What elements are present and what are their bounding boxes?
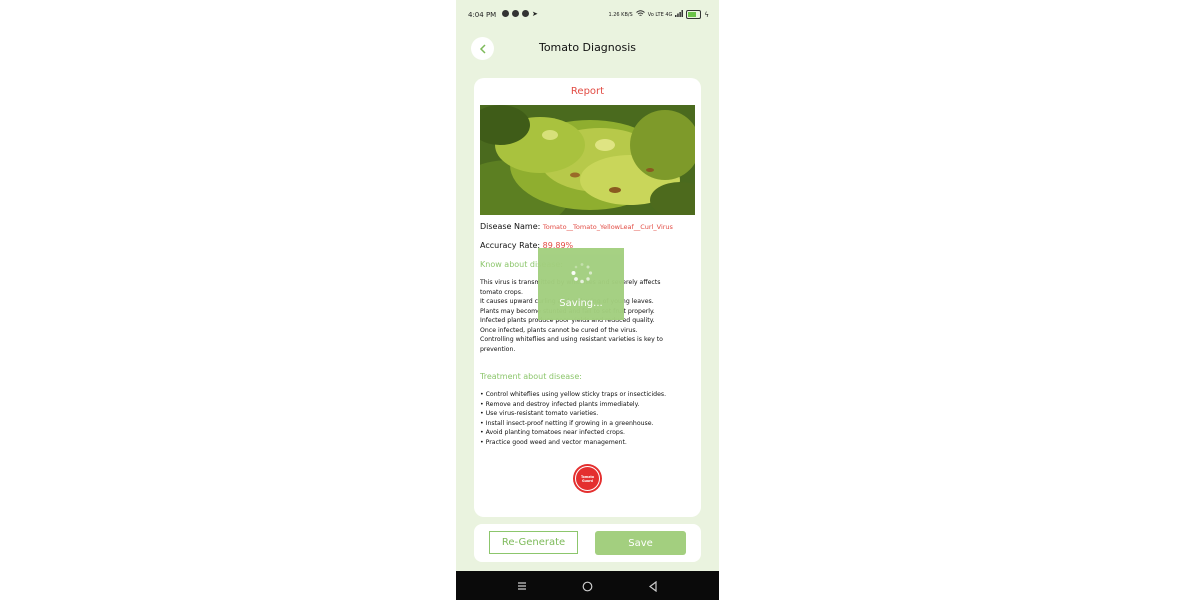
- save-button[interactable]: Save: [595, 531, 686, 555]
- treatment-list: • Control whiteflies using yellow sticky…: [480, 390, 694, 447]
- status-right: 1.26 KB/S Vo LTE 4G ϟ: [608, 10, 709, 19]
- treatment-item: • Use virus-resistant tomato varieties.: [480, 410, 599, 417]
- signal-icon: [675, 10, 684, 19]
- phone-screen: 4:04 PM ➤ 1.26 KB/S Vo LTE 4G ϟ Tomato D…: [456, 0, 719, 600]
- disease-name-label: Disease Name:: [480, 222, 541, 231]
- saving-text: Saving...: [559, 298, 603, 309]
- accuracy-label: Accuracy Rate:: [480, 241, 541, 250]
- treatment-item: • Install insect-proof netting if growin…: [480, 419, 654, 427]
- treatment-item: • Avoid planting tomatoes near infected …: [480, 429, 626, 436]
- camera-icon: [522, 10, 529, 17]
- action-bar: Re-Generate Save: [474, 524, 701, 562]
- page-title: Tomato Diagnosis: [538, 41, 637, 54]
- report-title: Report: [570, 86, 605, 97]
- youtube-icon: [512, 10, 519, 17]
- app-header: Tomato Diagnosis: [456, 35, 719, 63]
- whatsapp-icon: [502, 10, 509, 17]
- description-line: prevention.: [480, 345, 516, 353]
- treatment-heading: Treatment about disease:: [480, 372, 582, 381]
- back-nav-button[interactable]: [644, 577, 662, 595]
- telegram-icon: ➤: [532, 10, 538, 18]
- treatment-item: • Practice good weed and vector manageme…: [480, 438, 627, 446]
- loading-spinner-icon: [571, 263, 593, 284]
- disease-name-value: Tomato__Tomato_YellowLeaf__Curl_Virus: [542, 223, 673, 231]
- description-line: Controlling whiteflies and using resista…: [480, 336, 663, 343]
- home-button[interactable]: [578, 577, 596, 595]
- leaf-image: [480, 105, 695, 215]
- network-speed: 1.26 KB/S: [608, 11, 633, 18]
- logo-text-line2: Guard: [582, 478, 593, 483]
- disease-name-row: Disease Name: Tomato__Tomato_YellowLeaf_…: [480, 222, 673, 231]
- description-line: Once infected, plants cannot be cured of…: [480, 326, 638, 334]
- saving-overlay: Saving...: [538, 248, 624, 320]
- treatment-item: • Control whiteflies using yellow sticky…: [480, 391, 667, 398]
- home-circle-icon: [582, 581, 592, 591]
- regenerate-button[interactable]: Re-Generate: [489, 531, 578, 554]
- status-time: 4:04 PM: [468, 11, 497, 19]
- system-nav-bar: [456, 571, 719, 600]
- battery-icon: [686, 10, 702, 19]
- back-triangle-icon: [649, 580, 657, 592]
- charging-icon: ϟ: [704, 10, 709, 19]
- menu-icon: [518, 582, 526, 590]
- status-app-icons: ➤: [502, 10, 538, 18]
- tomato-guard-logo: Tomato Guard: [573, 464, 602, 493]
- wifi-icon: [635, 10, 645, 19]
- network-type: Vo LTE 4G: [647, 11, 673, 18]
- status-bar: 4:04 PM ➤ 1.26 KB/S Vo LTE 4G ϟ: [456, 0, 719, 30]
- recents-button[interactable]: [513, 577, 531, 595]
- treatment-item: • Remove and destroy infected plants imm…: [480, 400, 640, 408]
